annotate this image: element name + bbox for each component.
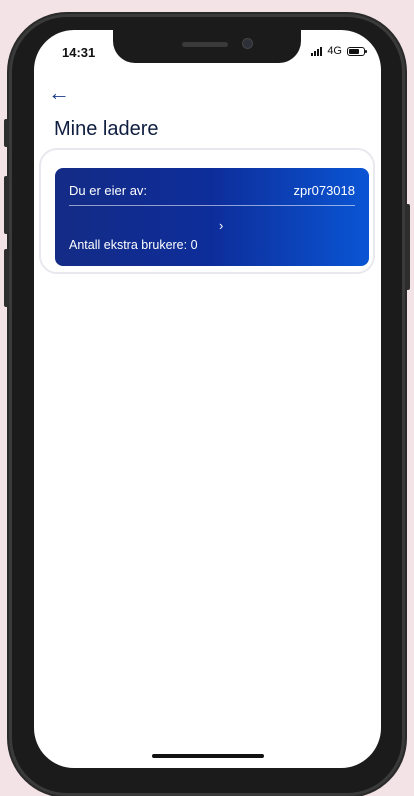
extra-users-count: 0 (190, 238, 198, 252)
volume-up-button (4, 176, 9, 234)
page-title: Mine ladere (54, 118, 159, 140)
power-button (405, 204, 410, 290)
battery-icon (347, 46, 367, 56)
network-label: 4G (327, 45, 342, 57)
app-screen: 14:31 4G ← Mine ladere Du er eier av: zp… (34, 30, 381, 768)
status-time: 14:31 (62, 45, 96, 60)
status-indicators: 4G (311, 45, 367, 57)
extra-users-label: Antall ekstra brukere: (69, 238, 191, 252)
speaker (182, 42, 228, 47)
home-indicator[interactable] (152, 754, 264, 758)
notch (113, 30, 301, 63)
volume-down-button (4, 249, 9, 307)
charger-id: zpr073018 (293, 183, 355, 198)
owner-label: Du er eier av: (69, 183, 148, 198)
mute-switch (4, 119, 9, 147)
signal-icon (311, 46, 323, 56)
charger-card[interactable]: Du er eier av: zpr073018 › Antall ekstra… (55, 168, 369, 266)
card-divider (69, 205, 355, 206)
back-arrow-icon[interactable]: ← (48, 82, 70, 104)
extra-users-row: Antall ekstra brukere: 0 (69, 238, 198, 252)
camera (242, 38, 253, 49)
chevron-right-icon: › (219, 218, 224, 233)
